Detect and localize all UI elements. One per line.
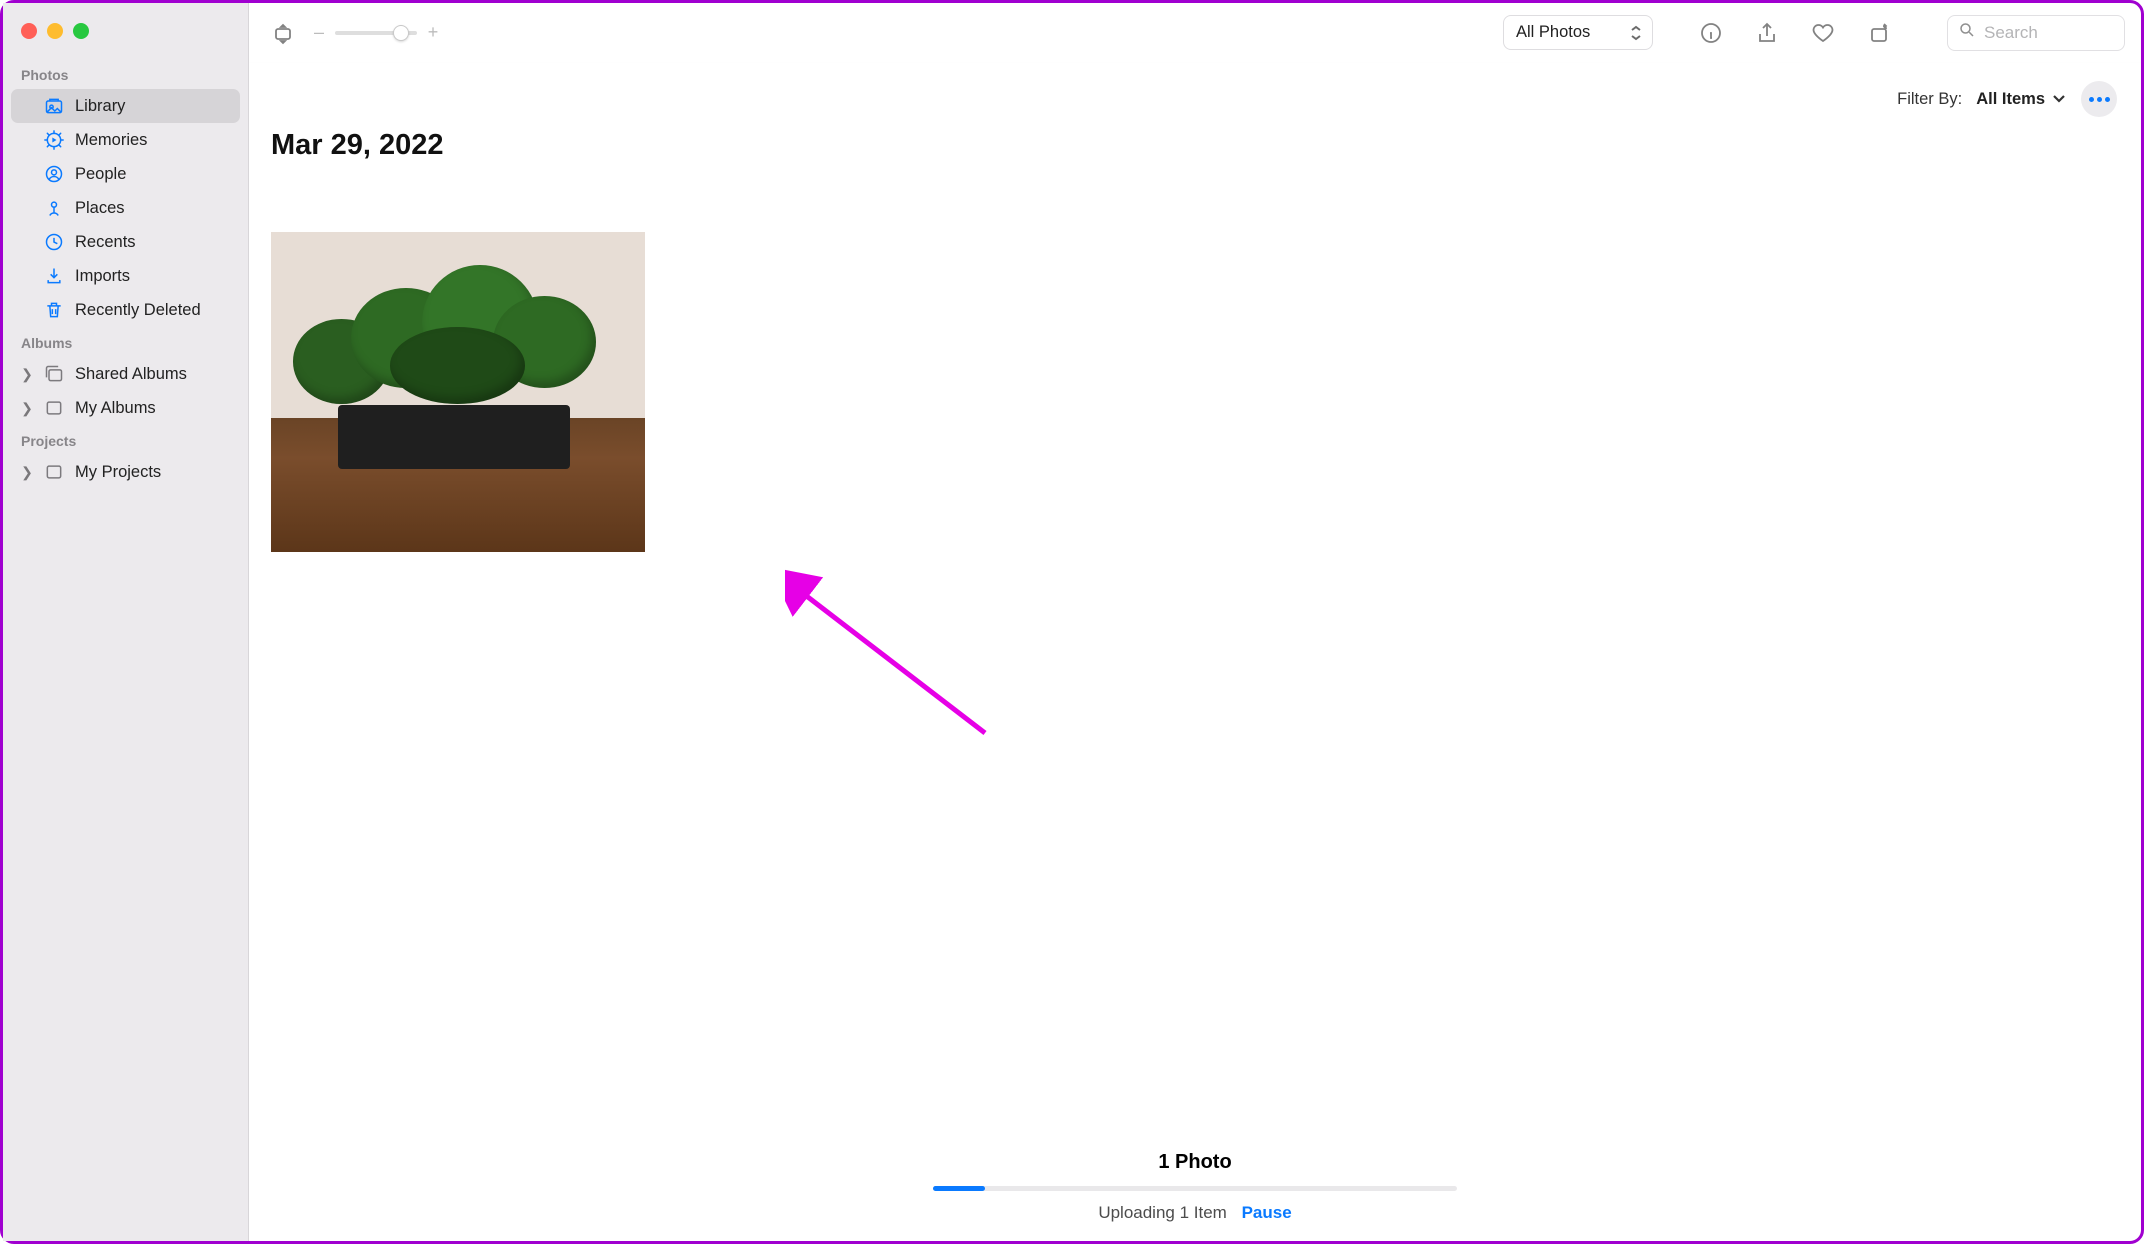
sidebar-item-label: Shared Albums — [75, 365, 187, 384]
chevron-right-icon: ❯ — [21, 366, 33, 383]
search-field[interactable] — [1947, 15, 2125, 51]
album-icon — [43, 398, 65, 418]
sidebar-item-label: Recents — [75, 233, 136, 252]
memories-icon — [43, 130, 65, 150]
sidebar-item-recents[interactable]: Recents — [11, 225, 240, 259]
favorite-button[interactable] — [1805, 15, 1841, 51]
upload-progress-bar — [933, 1186, 1457, 1191]
people-icon — [43, 164, 65, 184]
sidebar-item-people[interactable]: People — [11, 157, 240, 191]
recents-icon — [43, 232, 65, 252]
photo-grid — [271, 232, 2117, 552]
sidebar-item-label: Places — [75, 199, 125, 218]
zoom-slider[interactable]: – + — [311, 22, 441, 43]
sidebar-item-label: Recently Deleted — [75, 301, 201, 320]
search-icon — [1958, 21, 1976, 44]
photo-thumbnail[interactable] — [271, 232, 645, 552]
fullscreen-window-button[interactable] — [73, 23, 89, 39]
sidebar-item-imports[interactable]: Imports — [11, 259, 240, 293]
zoom-in-icon[interactable]: + — [425, 22, 441, 43]
sidebar-item-my-albums[interactable]: ❯ My Albums — [11, 391, 240, 425]
aspect-crop-button[interactable] — [265, 15, 301, 51]
chevron-right-icon: ❯ — [21, 464, 33, 481]
photo-count-label: 1 Photo — [1158, 1151, 1231, 1174]
stepper-icon — [1630, 25, 1642, 41]
sidebar-item-label: Library — [75, 97, 125, 116]
sidebar-section-photos: Photos — [11, 59, 240, 89]
upload-progress-fill — [933, 1186, 985, 1191]
sidebar-section-projects: Projects — [11, 425, 240, 455]
minimize-window-button[interactable] — [47, 23, 63, 39]
places-icon — [43, 198, 65, 218]
projects-icon — [43, 462, 65, 482]
imports-icon — [43, 266, 65, 286]
main-area: – + All Photos — [249, 3, 2141, 1241]
chevron-down-icon — [2051, 90, 2067, 109]
filter-label: Filter By: — [1897, 90, 1962, 109]
sidebar-item-label: My Albums — [75, 399, 156, 418]
sidebar: Photos Library Memories People Places — [3, 3, 249, 1241]
share-button[interactable] — [1749, 15, 1785, 51]
sidebar-item-recently-deleted[interactable]: Recently Deleted — [11, 293, 240, 327]
more-options-button[interactable] — [2081, 81, 2117, 117]
pause-button[interactable]: Pause — [1242, 1203, 1292, 1222]
filter-bar: Filter By: All Items — [271, 81, 2117, 117]
annotation-arrow — [785, 563, 1015, 763]
search-input[interactable] — [1984, 23, 2114, 43]
sidebar-item-label: People — [75, 165, 126, 184]
zoom-out-icon[interactable]: – — [311, 22, 327, 43]
filter-value: All Items — [1976, 90, 2045, 109]
status-footer: 1 Photo Uploading 1 Item Pause — [249, 1151, 2141, 1223]
shared-albums-icon — [43, 364, 65, 384]
toolbar: – + All Photos — [249, 3, 2141, 63]
sidebar-section-albums: Albums — [11, 327, 240, 357]
trash-icon — [43, 300, 65, 320]
sidebar-item-shared-albums[interactable]: ❯ Shared Albums — [11, 357, 240, 391]
filter-dropdown[interactable]: All Items — [1976, 90, 2067, 109]
view-selector-label: All Photos — [1516, 23, 1590, 42]
library-icon — [43, 96, 65, 116]
zoom-track[interactable] — [335, 31, 417, 35]
sidebar-item-label: Memories — [75, 131, 147, 150]
sidebar-item-library[interactable]: Library — [11, 89, 240, 123]
window-traffic-lights — [11, 17, 240, 59]
view-selector[interactable]: All Photos — [1503, 15, 1653, 50]
sidebar-item-label: Imports — [75, 267, 130, 286]
sidebar-item-memories[interactable]: Memories — [11, 123, 240, 157]
date-heading: Mar 29, 2022 — [271, 129, 2117, 162]
content-area: Filter By: All Items Mar 29, 2022 — [249, 63, 2141, 1241]
sidebar-item-places[interactable]: Places — [11, 191, 240, 225]
zoom-thumb[interactable] — [393, 25, 409, 41]
rotate-button[interactable] — [1861, 15, 1897, 51]
upload-status-line: Uploading 1 Item Pause — [1098, 1203, 1291, 1223]
info-button[interactable] — [1693, 15, 1729, 51]
close-window-button[interactable] — [21, 23, 37, 39]
sidebar-item-my-projects[interactable]: ❯ My Projects — [11, 455, 240, 489]
sidebar-item-label: My Projects — [75, 463, 161, 482]
chevron-right-icon: ❯ — [21, 400, 33, 417]
upload-text: Uploading 1 Item — [1098, 1203, 1227, 1222]
